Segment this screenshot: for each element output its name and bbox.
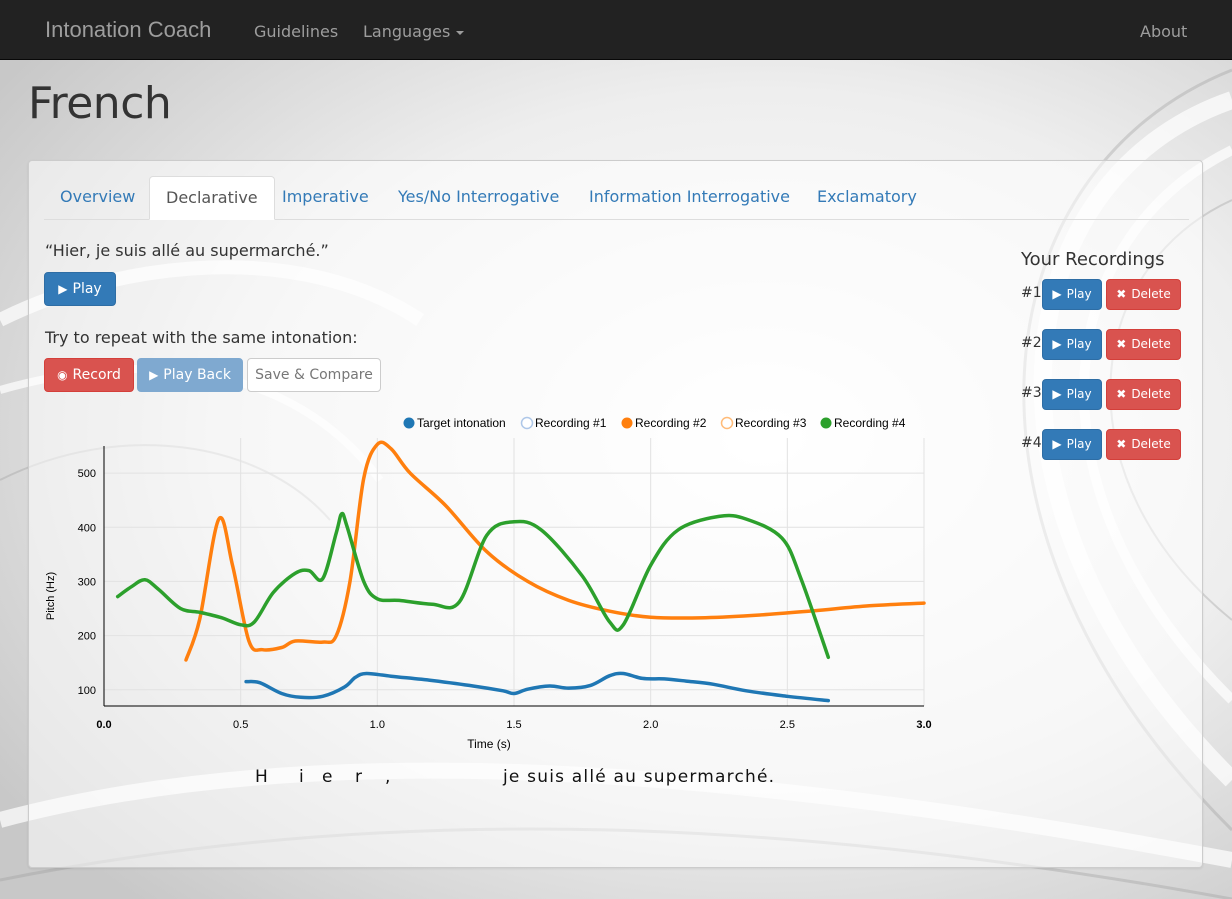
tab-imperative[interactable]: Imperative xyxy=(266,176,385,220)
nav-guidelines-link[interactable]: Guidelines xyxy=(254,22,338,41)
recording-1-delete-button[interactable]: ✖ Delete xyxy=(1106,279,1181,310)
legend-label: Recording #2 xyxy=(635,416,707,430)
play-icon: ▶ xyxy=(1052,337,1062,351)
play-back-button[interactable]: ▶ Play Back xyxy=(137,358,243,392)
recording-play-label: Play xyxy=(1066,337,1092,351)
nav-languages-dropdown[interactable]: Languages xyxy=(363,22,465,41)
play-icon: ▶ xyxy=(58,282,68,296)
page-title: French xyxy=(28,78,172,129)
syllable-comma: , xyxy=(385,767,391,787)
brand-logo[interactable]: Intonation Coach xyxy=(45,17,211,43)
legend-label: Recording #4 xyxy=(834,416,906,430)
y-axis-label: Pitch (Hz) xyxy=(45,572,57,620)
tab-exclamatory[interactable]: Exclamatory xyxy=(801,176,933,220)
y-tick-label: 100 xyxy=(78,685,96,697)
x-axis-label: Time (s) xyxy=(467,737,511,751)
legend-label: Recording #1 xyxy=(535,416,607,430)
nav-about-link[interactable]: About xyxy=(1140,22,1187,41)
play-target-button[interactable]: ▶ Play xyxy=(44,272,116,306)
legend-marker xyxy=(621,417,633,429)
tab-declarative[interactable]: Declarative xyxy=(149,176,275,220)
recording-2-play-button[interactable]: ▶ Play xyxy=(1042,329,1102,360)
recording-play-label: Play xyxy=(1066,437,1092,451)
times-icon: ✖ xyxy=(1116,287,1127,301)
top-navbar: Intonation Coach Guidelines Languages Ab… xyxy=(0,0,1232,60)
recording-number: #4 xyxy=(1021,435,1042,451)
recording-delete-label: Delete xyxy=(1131,337,1171,351)
play-back-label: Play Back xyxy=(163,367,231,383)
play-icon: ▶ xyxy=(1052,437,1062,451)
recording-number: #2 xyxy=(1021,335,1042,351)
syllable-e: e xyxy=(322,767,333,787)
legend-label: Target intonation xyxy=(417,416,506,430)
recording-1-play-button[interactable]: ▶ Play xyxy=(1042,279,1102,310)
exercise-panel: Overview Declarative Imperative Yes/No I… xyxy=(28,160,1203,868)
times-icon: ✖ xyxy=(1116,337,1127,351)
pitch-chart-svg: Target intonation Recording #1 Recording #… xyxy=(45,416,932,751)
tab-information-interrogative[interactable]: Information Interrogative xyxy=(573,176,806,220)
repeat-instruction: Try to repeat with the same intonation: xyxy=(45,328,358,347)
record-icon: ◉ xyxy=(57,368,68,382)
syllable-i: i xyxy=(299,767,305,787)
recording-3-play-button[interactable]: ▶ Play xyxy=(1042,379,1102,410)
times-icon: ✖ xyxy=(1116,387,1127,401)
nav-languages-label: Languages xyxy=(363,22,451,41)
play-icon: ▶ xyxy=(1052,287,1062,301)
recording-2-delete-button[interactable]: ✖ Delete xyxy=(1106,329,1181,360)
recording-delete-label: Delete xyxy=(1131,387,1171,401)
x-tick-label: 1.0 xyxy=(370,719,385,731)
y-tick-label: 500 xyxy=(78,468,96,480)
tab-overview[interactable]: Overview xyxy=(44,176,151,220)
x-tick-label: 2.0 xyxy=(643,719,658,731)
recording-delete-label: Delete xyxy=(1131,437,1171,451)
x-tick-label: 1.5 xyxy=(506,719,521,731)
record-button[interactable]: ◉ Record xyxy=(44,358,134,392)
recording-delete-label: Delete xyxy=(1131,287,1171,301)
legend-marker xyxy=(820,417,832,429)
x-tick-label: 0.0 xyxy=(96,719,111,731)
tab-yes-no-interrogative[interactable]: Yes/No Interrogative xyxy=(382,176,575,220)
recording-play-label: Play xyxy=(1066,387,1092,401)
legend-marker xyxy=(403,417,415,429)
target-phrase: “Hier, je suis allé au supermarché.” xyxy=(45,241,329,260)
recording-4-play-button[interactable]: ▶ Play xyxy=(1042,429,1102,460)
legend-label: Recording #3 xyxy=(735,416,807,430)
record-label: Record xyxy=(72,367,121,383)
syllable-r: r xyxy=(355,767,363,787)
recording-2-line xyxy=(184,440,926,662)
recording-4-delete-button[interactable]: ✖ Delete xyxy=(1106,429,1181,460)
y-tick-label: 200 xyxy=(78,631,96,643)
play-icon: ▶ xyxy=(1052,387,1062,401)
caret-down-icon xyxy=(456,30,465,35)
x-tick-label: 2.5 xyxy=(780,719,795,731)
recording-number: #1 xyxy=(1021,285,1042,301)
recording-3-delete-button[interactable]: ✖ Delete xyxy=(1106,379,1181,410)
legend-marker xyxy=(720,416,734,430)
play-target-label: Play xyxy=(72,281,102,297)
syllable-rest: je suis allé au supermarché. xyxy=(503,767,776,787)
syllable-h: H xyxy=(255,767,269,787)
legend-marker xyxy=(520,416,534,430)
play-icon: ▶ xyxy=(149,368,159,382)
times-icon: ✖ xyxy=(1116,437,1127,451)
target-intonation-line xyxy=(244,671,831,703)
y-tick-label: 400 xyxy=(78,522,96,534)
x-tick-label: 3.0 xyxy=(916,719,931,731)
x-tick-label: 0.5 xyxy=(233,719,248,731)
pitch-chart: Target intonation Recording #1 Recording #… xyxy=(39,406,939,766)
save-compare-button[interactable]: Save & Compare xyxy=(247,358,381,392)
y-tick-label: 300 xyxy=(78,576,96,588)
recording-play-label: Play xyxy=(1066,287,1092,301)
recording-number: #3 xyxy=(1021,385,1042,401)
recordings-title: Your Recordings xyxy=(1021,249,1165,270)
intonation-tabs: Overview Declarative Imperative Yes/No I… xyxy=(44,176,1189,220)
